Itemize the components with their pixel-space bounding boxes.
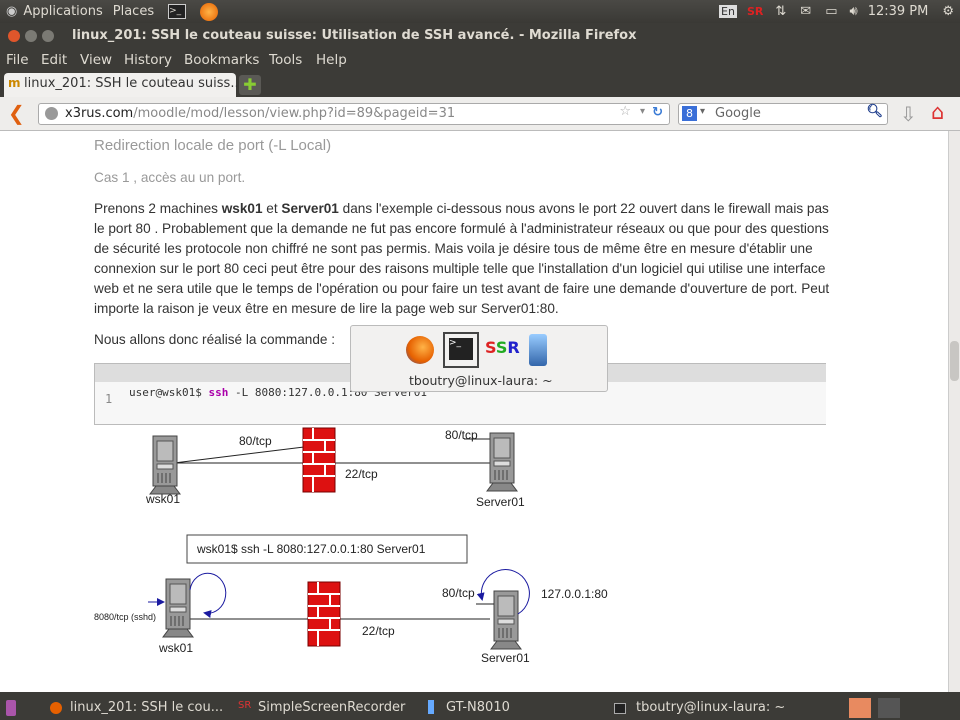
label-blocked-port: 80/tcp — [239, 434, 272, 448]
menu-bar: File Edit View History Bookmarks Tools H… — [0, 50, 960, 72]
top-panel: ◉ Applications Places >_ En SR ⇅ ✉ ▭ 🔊︎ … — [0, 0, 960, 23]
firefox-launcher-icon[interactable] — [200, 2, 219, 21]
maximize-window-button[interactable] — [42, 30, 54, 42]
url-domain: x3rus.com — [65, 106, 134, 121]
menu-file[interactable]: File — [6, 52, 29, 68]
loop-arrow — [189, 572, 227, 618]
battery-icon[interactable]: ▭ — [825, 4, 837, 19]
workspace-2[interactable] — [878, 698, 900, 718]
label-open-port: 22/tcp — [362, 624, 395, 638]
menu-view[interactable]: View — [80, 52, 112, 68]
globe-icon — [45, 107, 58, 120]
menu-bookmarks[interactable]: Bookmarks — [184, 52, 259, 68]
app-switcher-popup: >_ SSR tboutry@linux-laura: ~ — [350, 325, 608, 392]
wsk01-server-icon — [162, 578, 194, 638]
window-title: linux_201: SSH le couteau suisse: Utilis… — [72, 28, 637, 43]
show-desktop-icon[interactable] — [6, 700, 16, 716]
back-button[interactable]: ❮ — [8, 101, 25, 125]
home-icon[interactable]: ⌂ — [931, 100, 944, 124]
search-placeholder: Google — [715, 106, 761, 121]
device-task-icon — [428, 700, 434, 714]
ssr-tray-icon[interactable]: SR — [747, 5, 763, 18]
firewall-icon — [302, 427, 336, 493]
minimize-window-button[interactable] — [25, 30, 37, 42]
label-server-port: 80/tcp — [445, 428, 478, 442]
google-engine-icon[interactable]: 8 — [682, 106, 697, 121]
task-ssr[interactable]: SimpleScreenRecorder — [258, 700, 405, 715]
label-local-port: 8080/tcp (sshd) — [94, 612, 157, 622]
network-icon[interactable]: ⇅ — [775, 4, 786, 19]
downloads-icon[interactable]: ⇩ — [900, 102, 917, 126]
device-icon[interactable] — [529, 334, 547, 366]
tab-active[interactable]: m linux_201: SSH le couteau suiss... — [4, 73, 243, 97]
page-content: Redirection locale de port (-L Local) Ca… — [0, 131, 948, 692]
label-server: Server01 — [481, 651, 530, 665]
search-icon[interactable]: 🔍︎ — [866, 104, 883, 119]
label-server: Server01 — [476, 495, 525, 509]
dropdown-arrow-icon[interactable]: ▾ — [640, 106, 645, 117]
menu-edit[interactable]: Edit — [41, 52, 67, 68]
switcher-label: tboutry@linux-laura: ~ — [409, 373, 553, 388]
url-path: /moodle/mod/lesson/view.php?id=89&pageid… — [133, 106, 456, 121]
terminal-task-icon — [614, 703, 626, 714]
ssr-icon[interactable]: SSR — [485, 338, 520, 357]
firewall-icon — [307, 581, 341, 647]
reload-icon[interactable]: ↻ — [652, 105, 663, 120]
scrollbar-thumb[interactable] — [950, 341, 959, 381]
moodle-favicon-icon: m — [8, 76, 21, 90]
url-bar[interactable]: x3rus.com/moodle/mod/lesson/view.php?id=… — [38, 103, 670, 125]
wsk01-server-icon — [149, 435, 181, 495]
bookmark-star-icon[interactable]: ☆ — [619, 104, 631, 119]
new-tab-button[interactable]: ✚ — [239, 75, 261, 95]
menu-history[interactable]: History — [124, 52, 172, 68]
keyboard-indicator[interactable]: En — [719, 5, 737, 18]
vertical-scrollbar[interactable] — [948, 131, 960, 692]
applications-menu[interactable]: Applications — [23, 4, 102, 19]
close-window-button[interactable] — [8, 30, 20, 42]
server01-server-icon — [486, 432, 518, 492]
terminal-icon[interactable]: >_ — [443, 332, 479, 368]
firefox-icon[interactable] — [406, 336, 434, 364]
workspace-1[interactable] — [849, 698, 871, 718]
volume-icon[interactable]: 🔊︎ — [849, 4, 857, 19]
tab-label: linux_201: SSH le couteau suiss... — [24, 76, 243, 91]
task-terminal[interactable]: tboutry@linux-laura: ~ — [636, 700, 785, 715]
menu-tools[interactable]: Tools — [269, 52, 302, 68]
ssh-tunnel-diagram — [148, 427, 530, 650]
terminal-launcher-icon[interactable]: >_ — [168, 4, 187, 19]
label-loopback: 127.0.0.1:80 — [541, 587, 608, 601]
task-firefox[interactable]: linux_201: SSH le cou... — [70, 700, 223, 715]
server01-server-icon — [490, 590, 522, 650]
session-gear-icon[interactable]: ⚙ — [942, 4, 954, 19]
engine-dropdown-icon[interactable]: ▾ — [700, 106, 705, 117]
firefox-task-icon — [50, 702, 62, 714]
window-titlebar: linux_201: SSH le couteau suisse: Utilis… — [0, 23, 960, 50]
task-gt-n8010[interactable]: GT-N8010 — [446, 700, 510, 715]
label-open-port: 22/tcp — [345, 467, 378, 481]
clock[interactable]: 12:39 PM — [868, 4, 929, 19]
bottom-taskbar: linux_201: SSH le cou... SR SimpleScreen… — [0, 697, 960, 720]
label-client: wsk01 — [146, 492, 181, 506]
label-client: wsk01 — [159, 641, 194, 655]
places-menu[interactable]: Places — [113, 4, 154, 19]
mail-icon[interactable]: ✉ — [800, 4, 811, 19]
search-box[interactable]: 8 ▾ Google 🔍︎ — [678, 103, 888, 125]
ssr-task-icon: SR — [238, 700, 252, 711]
diagram-command: wsk01$ ssh -L 8080:127.0.0.1:80 Server01 — [197, 542, 426, 556]
label-server-port: 80/tcp — [442, 586, 475, 600]
blocked-link — [173, 446, 305, 464]
ubuntu-logo-icon[interactable]: ◉ — [6, 4, 17, 19]
menu-help[interactable]: Help — [316, 52, 347, 68]
